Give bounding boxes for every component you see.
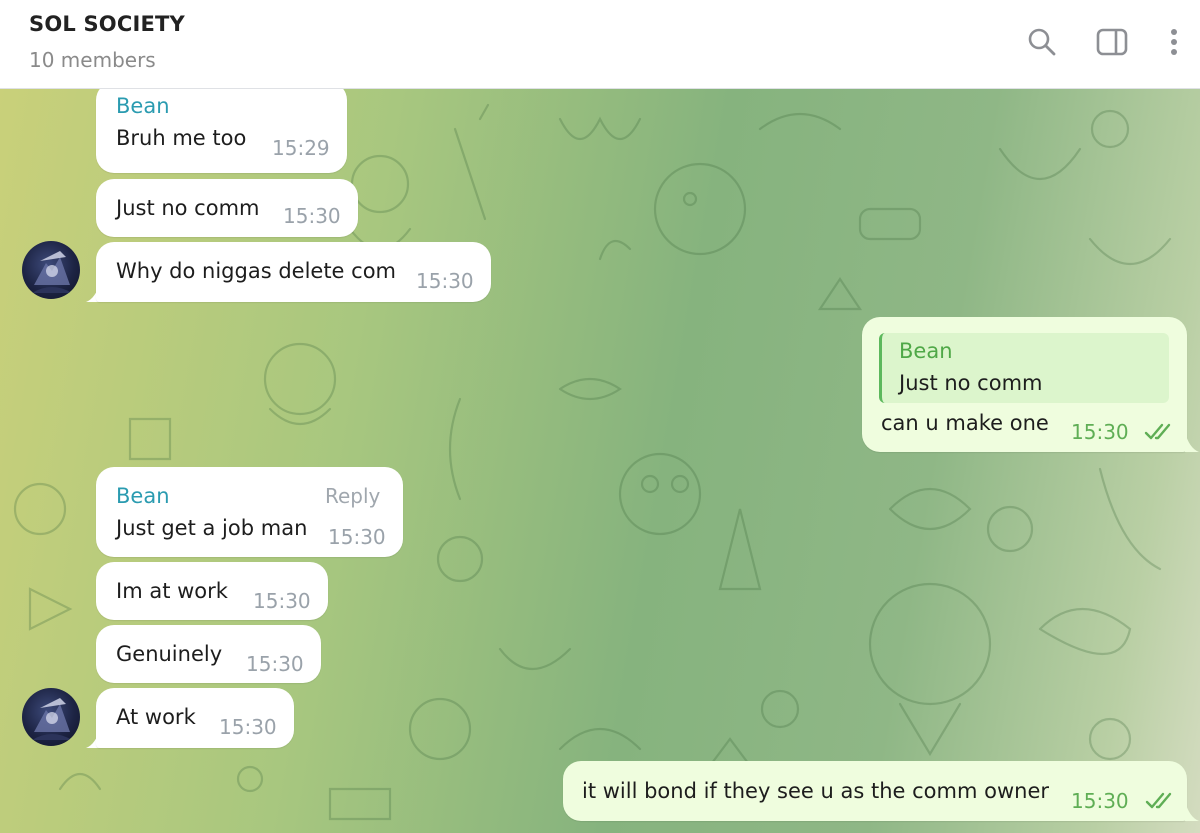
avatar-image <box>32 251 72 293</box>
chat-title[interactable]: SOL SOCIETY <box>29 12 185 36</box>
reply-button[interactable]: Reply <box>325 484 380 508</box>
sender-name[interactable]: Bean <box>116 484 170 508</box>
message-bubble[interactable]: Im at work 15:30 <box>96 562 328 620</box>
quote-sender: Bean <box>899 339 953 363</box>
more-options-button[interactable] <box>1154 22 1194 62</box>
message-bubble[interactable]: Bean Reply Just get a job man 15:30 <box>96 467 403 557</box>
avatar-image <box>32 698 72 740</box>
toggle-sidebar-button[interactable] <box>1092 22 1132 62</box>
message-bubble[interactable]: Why do niggas delete com 15:30 <box>96 242 491 302</box>
message-text: Genuinely <box>116 642 223 666</box>
avatar[interactable] <box>22 688 80 746</box>
message-text: Just get a job man <box>116 516 308 540</box>
bubble-tail <box>1185 432 1199 452</box>
message-text: it will bond if they see u as the comm o… <box>582 779 1049 803</box>
double-check-icon <box>1144 423 1171 440</box>
sender-name[interactable]: Bean <box>116 94 170 118</box>
chat-header: SOL SOCIETY 10 members <box>0 0 1200 89</box>
search-icon <box>1028 28 1056 56</box>
message-text: Bruh me too <box>116 126 247 150</box>
double-check-icon <box>1145 792 1172 809</box>
message-time: 15:30 <box>328 525 386 549</box>
message-bubble[interactable]: Genuinely 15:30 <box>96 625 321 683</box>
more-vertical-icon <box>1171 29 1177 55</box>
bubble-tail <box>1185 801 1199 821</box>
message-time: 15:30 <box>283 204 341 228</box>
message-text: Just no comm <box>116 196 260 220</box>
message-time: 15:30 <box>1071 420 1129 444</box>
message-bubble[interactable]: Just no comm 15:30 <box>96 179 358 237</box>
message-text: can u make one <box>881 411 1049 435</box>
search-button[interactable] <box>1022 22 1062 62</box>
message-text: Why do niggas delete com <box>116 259 397 283</box>
message-time: 15:30 <box>253 589 311 613</box>
reply-quote[interactable]: Bean Just no comm <box>879 333 1169 403</box>
member-count[interactable]: 10 members <box>29 48 156 72</box>
sidebar-toggle-icon <box>1096 28 1128 56</box>
message-time: 15:30 <box>246 652 304 676</box>
quote-text: Just no comm <box>899 371 1043 395</box>
message-text: At work <box>116 705 196 729</box>
message-bubble[interactable]: At work 15:30 <box>96 688 294 748</box>
message-bubble-outgoing[interactable]: it will bond if they see u as the comm o… <box>563 761 1187 821</box>
avatar[interactable] <box>22 241 80 299</box>
message-bubble[interactable]: Bean Bruh me too 15:29 <box>96 89 347 173</box>
message-text: Im at work <box>116 579 228 603</box>
message-time: 15:30 <box>416 269 474 293</box>
message-list[interactable]: Bean Bruh me too 15:29 Just no comm 15:3… <box>0 89 1200 833</box>
message-time: 15:30 <box>1071 789 1129 813</box>
message-bubble-outgoing[interactable]: Bean Just no comm can u make one 15:30 <box>862 317 1187 452</box>
message-time: 15:29 <box>272 136 330 160</box>
message-time: 15:30 <box>219 715 277 739</box>
